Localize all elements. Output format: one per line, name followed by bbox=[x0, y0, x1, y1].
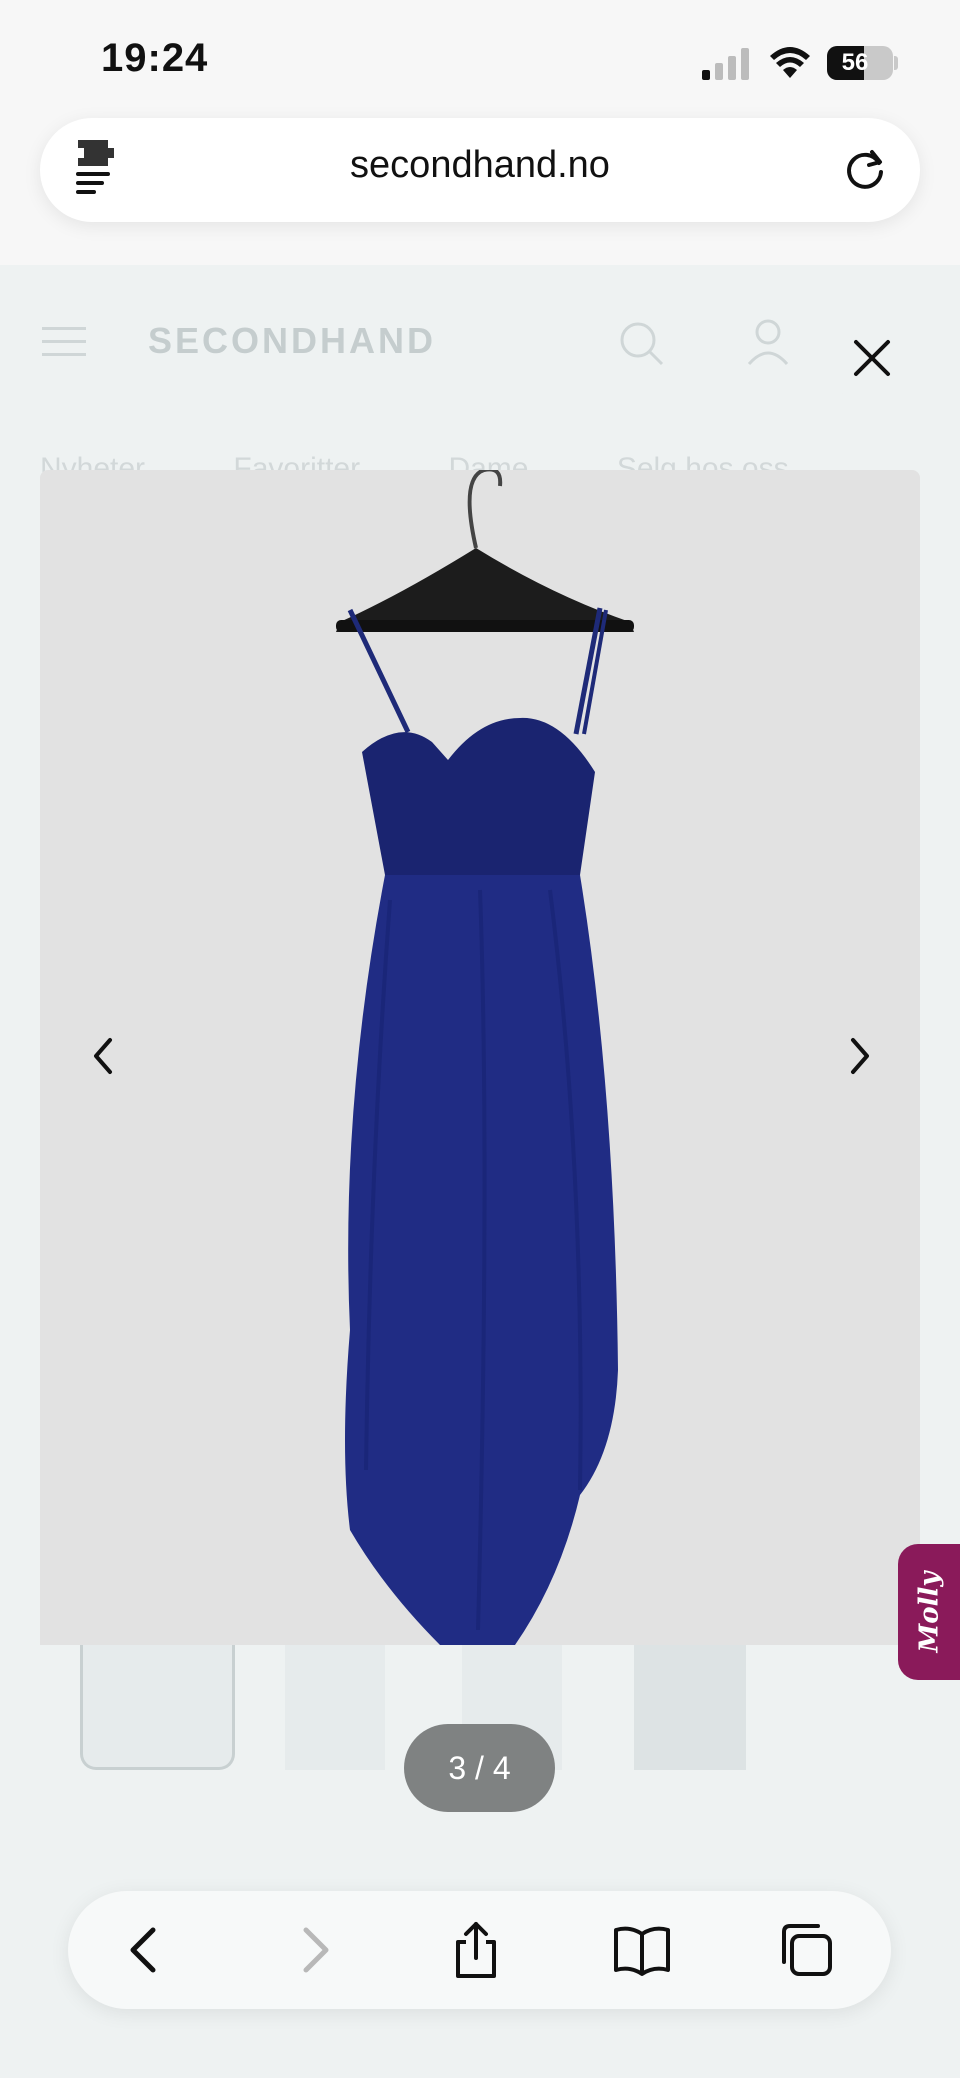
image-counter: 3 / 4 bbox=[404, 1724, 555, 1812]
thumbnail[interactable] bbox=[285, 1645, 385, 1770]
share-icon[interactable] bbox=[446, 1920, 506, 1980]
search-icon bbox=[620, 322, 664, 366]
url-text[interactable]: secondhand.no bbox=[200, 144, 760, 187]
site-logo: SECONDHAND bbox=[148, 320, 437, 361]
reload-icon[interactable] bbox=[842, 146, 888, 192]
menu-icon bbox=[42, 327, 86, 356]
next-image-button[interactable] bbox=[815, 1011, 905, 1101]
dress-photo bbox=[336, 470, 634, 1645]
battery-level: 56 bbox=[841, 49, 869, 76]
chat-widget-label: Molly bbox=[914, 1571, 945, 1653]
product-image-frame bbox=[40, 470, 920, 1645]
tabs-icon[interactable] bbox=[776, 1920, 836, 1980]
forward-icon[interactable] bbox=[284, 1920, 344, 1980]
thumbnail[interactable] bbox=[80, 1645, 235, 1770]
bookmarks-icon[interactable] bbox=[612, 1920, 672, 1980]
status-time: 19:24 bbox=[101, 36, 209, 80]
chevron-left-icon bbox=[94, 1038, 112, 1074]
cellular-signal-icon bbox=[702, 48, 749, 80]
thumbnail[interactable] bbox=[634, 1645, 746, 1770]
chat-widget-tab[interactable]: Molly bbox=[898, 1544, 960, 1680]
previous-image-button[interactable] bbox=[58, 1011, 148, 1101]
site-header bbox=[0, 265, 960, 415]
battery-nub bbox=[894, 56, 898, 70]
close-icon bbox=[854, 340, 890, 376]
chevron-right-icon bbox=[851, 1038, 869, 1074]
wifi-icon bbox=[770, 47, 810, 78]
back-icon[interactable] bbox=[115, 1920, 175, 1980]
extension-icon[interactable] bbox=[74, 138, 120, 196]
close-button[interactable] bbox=[826, 312, 918, 404]
battery-icon: 56 bbox=[827, 46, 893, 80]
user-icon bbox=[747, 319, 789, 366]
